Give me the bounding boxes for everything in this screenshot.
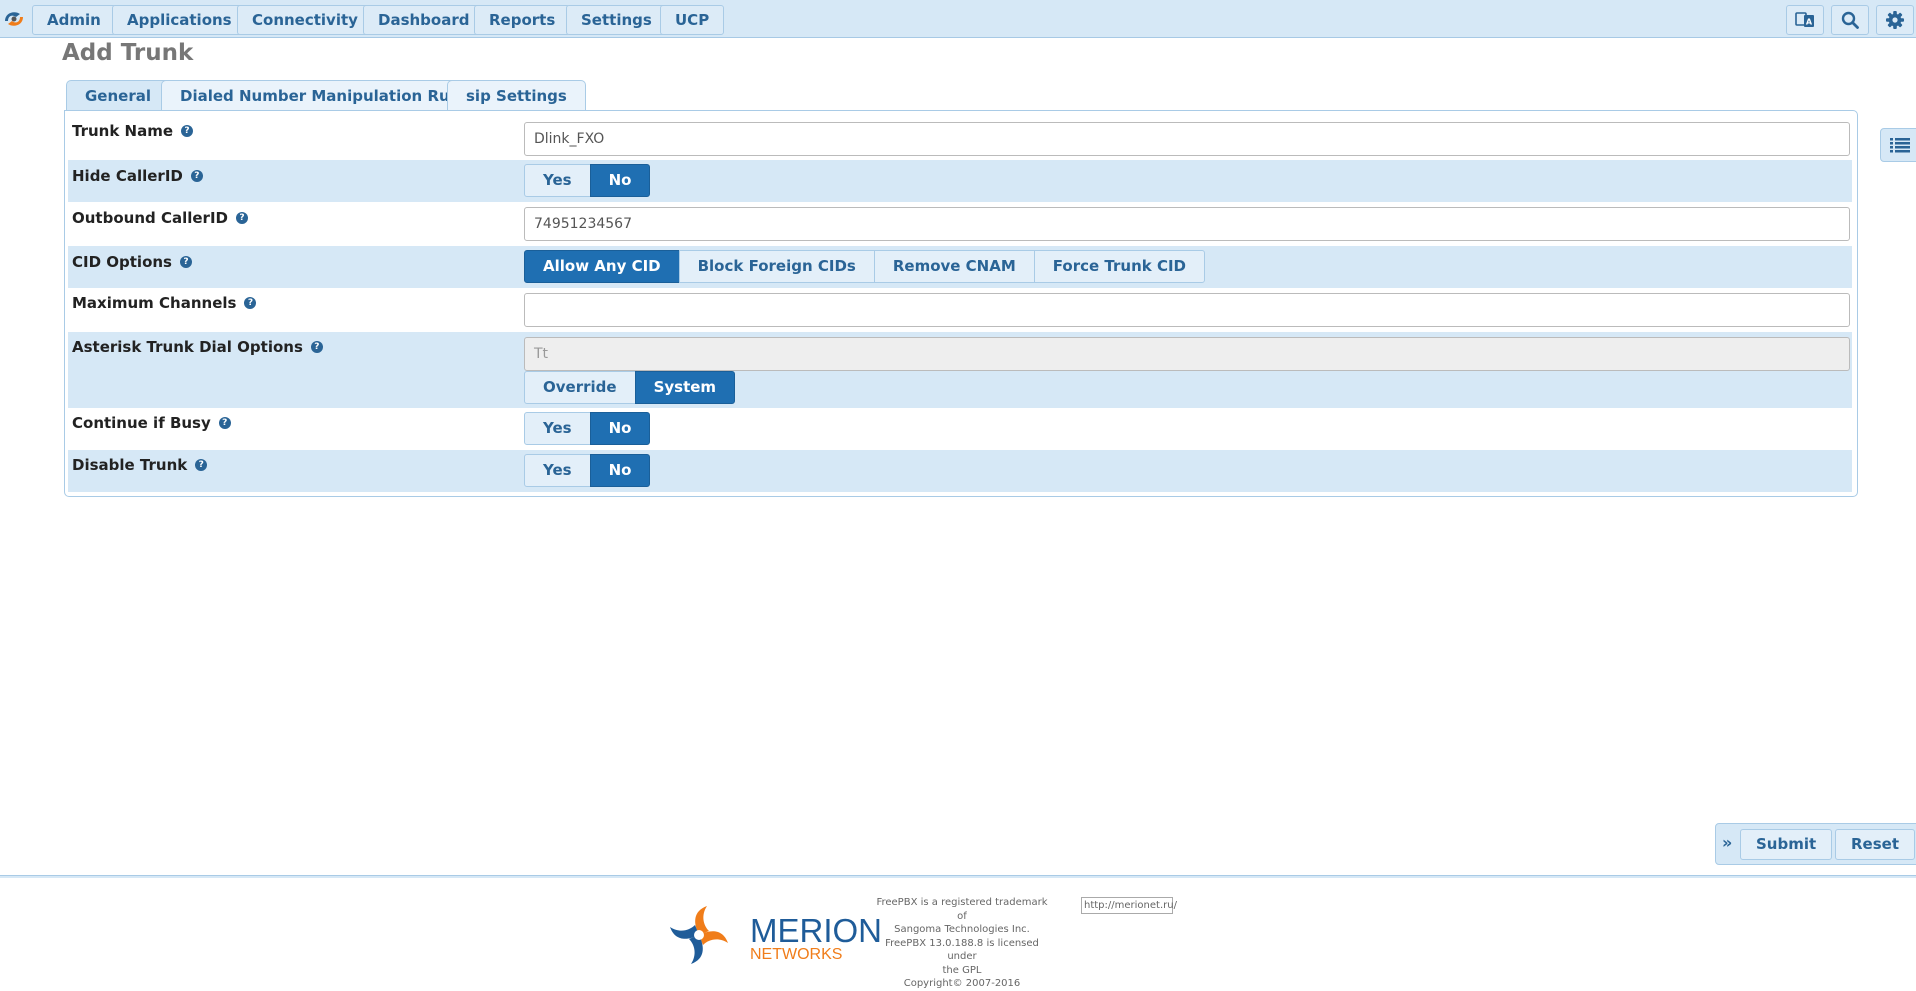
tab-dialed-rules[interactable]: Dialed Number Manipulation Rules: [161, 80, 493, 111]
disable-trunk-no[interactable]: No: [589, 454, 651, 487]
max-channels-label-text: Maximum Channels: [72, 294, 237, 312]
trunk-name-label: Trunk Name ?: [72, 122, 194, 140]
help-icon[interactable]: ?: [190, 170, 203, 182]
cid-options-group: Allow Any CID Block Foreign CIDs Remove …: [524, 250, 1205, 283]
dial-options-label: Asterisk Trunk Dial Options ?: [72, 338, 323, 356]
nav-ucp[interactable]: UCP: [660, 5, 725, 35]
language-button[interactable]: A: [1786, 5, 1824, 35]
footer-copyright: FreePBX is a registered trademark of San…: [872, 896, 1052, 991]
footer-line-2: Sangoma Technologies Inc.: [894, 924, 1030, 935]
hide-callerid-toggle: Yes No: [524, 164, 651, 197]
nav-admin[interactable]: Admin: [32, 5, 116, 35]
hide-callerid-yes[interactable]: Yes: [524, 164, 591, 197]
disable-trunk-toggle: Yes No: [524, 454, 651, 487]
max-channels-label: Maximum Channels ?: [72, 294, 257, 312]
footer-line-4: the GPL: [942, 964, 982, 976]
disable-trunk-label: Disable Trunk ?: [72, 456, 208, 474]
row-max-channels: Maximum Channels ?: [68, 288, 1852, 332]
row-outbound-callerid: Outbound CallerID ? 74951234567: [68, 202, 1852, 246]
help-icon[interactable]: ?: [310, 341, 323, 353]
search-button[interactable]: [1831, 5, 1869, 35]
row-hide-callerid: Hide CallerID ? Yes No: [68, 160, 1852, 202]
top-navbar: Admin Applications Connectivity Dashboar…: [0, 0, 1916, 38]
hide-callerid-label: Hide CallerID ?: [72, 167, 203, 185]
cid-options-label-text: CID Options: [72, 253, 172, 271]
dial-options-system[interactable]: System: [634, 371, 736, 404]
merion-networks-logo: MERION NETWORKS: [670, 906, 882, 964]
gear-icon: [1886, 11, 1904, 29]
cid-force-trunk-button[interactable]: Force Trunk CID: [1033, 250, 1205, 283]
continue-busy-yes[interactable]: Yes: [524, 412, 591, 445]
row-continue-busy: Continue if Busy ? Yes No: [68, 408, 1852, 450]
footer-divider: [0, 875, 1916, 878]
footer-line-1: FreePBX is a registered trademark of: [876, 897, 1048, 922]
dial-options-toggle: Override System: [524, 371, 736, 404]
dial-options-label-text: Asterisk Trunk Dial Options: [72, 338, 303, 356]
freepbx-logo-icon[interactable]: [2, 7, 26, 31]
disable-trunk-label-text: Disable Trunk: [72, 456, 188, 474]
row-cid-options: CID Options ? Allow Any CID Block Foreig…: [68, 246, 1852, 288]
help-icon[interactable]: ?: [181, 125, 194, 137]
logo-main-text: MERION: [750, 912, 882, 949]
collapse-action-bar-icon[interactable]: »: [1722, 833, 1732, 852]
settings-gear-button[interactable]: [1876, 5, 1914, 35]
svg-text:A: A: [1806, 18, 1813, 27]
tab-general[interactable]: General: [66, 80, 170, 111]
help-icon[interactable]: ?: [235, 212, 248, 224]
row-trunk-name: Trunk Name ? Dlink_FXO: [68, 116, 1852, 160]
footer-website-link[interactable]: http://merionet.ru/: [1081, 897, 1177, 914]
continue-busy-label: Continue if Busy ?: [72, 414, 231, 432]
cid-block-foreign-button[interactable]: Block Foreign CIDs: [678, 250, 875, 283]
outbound-callerid-input[interactable]: 74951234567: [524, 207, 1850, 241]
nav-connectivity[interactable]: Connectivity: [237, 5, 373, 35]
max-channels-input[interactable]: [524, 293, 1850, 327]
disable-trunk-yes[interactable]: Yes: [524, 454, 591, 487]
page-title: Add Trunk: [62, 40, 194, 66]
submit-button[interactable]: Submit: [1740, 829, 1833, 860]
help-icon[interactable]: ?: [244, 297, 257, 309]
list-icon: [1890, 138, 1910, 153]
logo-sub-text: NETWORKS: [750, 946, 842, 963]
help-icon[interactable]: ?: [195, 459, 208, 471]
help-icon[interactable]: ?: [179, 256, 192, 268]
tab-sip-settings[interactable]: sip Settings: [447, 80, 586, 111]
search-icon: [1841, 11, 1859, 29]
hide-callerid-no[interactable]: No: [589, 164, 651, 197]
reset-button[interactable]: Reset: [1835, 829, 1915, 860]
trunk-name-input[interactable]: Dlink_FXO: [524, 122, 1850, 156]
outbound-callerid-label: Outbound CallerID ?: [72, 209, 248, 227]
cid-allow-any-button[interactable]: Allow Any CID: [524, 250, 680, 283]
dial-options-input: Tt: [524, 337, 1850, 371]
nav-applications[interactable]: Applications: [112, 5, 247, 35]
continue-busy-no[interactable]: No: [589, 412, 651, 445]
row-dial-options: Asterisk Trunk Dial Options ? Tt Overrid…: [68, 332, 1852, 408]
cid-remove-cnam-button[interactable]: Remove CNAM: [873, 250, 1035, 283]
footer-line-3: FreePBX 13.0.188.8 is licensed under: [885, 937, 1039, 963]
action-bar: » Submit Reset: [1715, 823, 1916, 865]
side-panel-toggle[interactable]: [1880, 128, 1916, 162]
cid-options-label: CID Options ?: [72, 253, 192, 271]
continue-busy-toggle: Yes No: [524, 412, 651, 445]
help-icon[interactable]: ?: [218, 417, 231, 429]
footer-line-5: Copyright© 2007-2016: [903, 978, 1021, 989]
translate-icon: A: [1795, 12, 1814, 27]
hide-callerid-label-text: Hide CallerID: [72, 167, 183, 185]
trunk-name-label-text: Trunk Name: [72, 122, 174, 140]
nav-dashboard[interactable]: Dashboard: [363, 5, 485, 35]
continue-busy-label-text: Continue if Busy: [72, 414, 211, 432]
row-disable-trunk: Disable Trunk ? Yes No: [68, 450, 1852, 492]
outbound-callerid-label-text: Outbound CallerID: [72, 209, 228, 227]
dial-options-override[interactable]: Override: [524, 371, 636, 404]
nav-reports[interactable]: Reports: [474, 5, 571, 35]
nav-settings[interactable]: Settings: [566, 5, 667, 35]
